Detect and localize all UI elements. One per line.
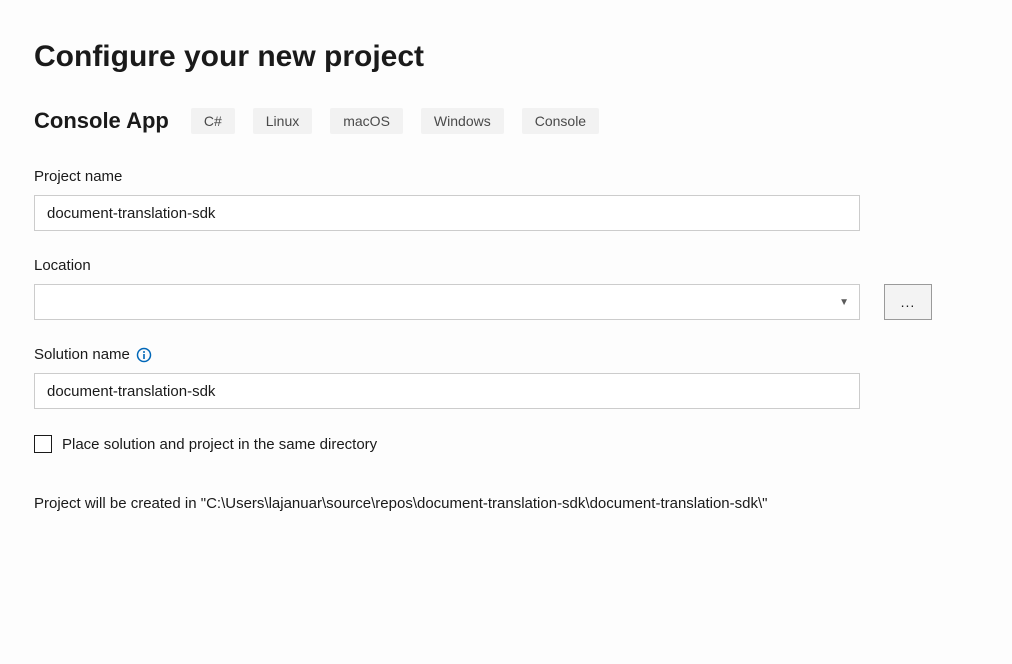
location-group: Location ▼ ... [34,257,978,320]
template-tag-macos: macOS [330,108,403,134]
project-name-label: Project name [34,168,978,185]
solution-name-label: Solution name [34,346,978,363]
template-name: Console App [34,108,169,134]
template-tag-csharp: C# [191,108,235,134]
template-tag-console: Console [522,108,599,134]
page-title: Configure your new project [34,40,978,74]
location-dropdown[interactable]: ▼ [34,284,860,320]
template-tag-windows: Windows [421,108,504,134]
solution-name-input[interactable] [34,373,860,409]
template-row: Console App C# Linux macOS Windows Conso… [34,108,978,134]
project-name-group: Project name [34,168,978,231]
same-directory-label: Place solution and project in the same d… [62,436,377,453]
info-icon[interactable] [136,347,152,363]
chevron-down-icon: ▼ [839,297,849,308]
template-tag-linux: Linux [253,108,312,134]
location-label: Location [34,257,978,274]
solution-name-label-text: Solution name [34,346,130,363]
solution-name-group: Solution name [34,346,978,409]
same-directory-row: Place solution and project in the same d… [34,435,978,453]
path-info-text: Project will be created in "C:\Users\laj… [34,493,860,516]
browse-button[interactable]: ... [884,284,932,320]
same-directory-checkbox[interactable] [34,435,52,453]
project-name-input[interactable] [34,195,860,231]
